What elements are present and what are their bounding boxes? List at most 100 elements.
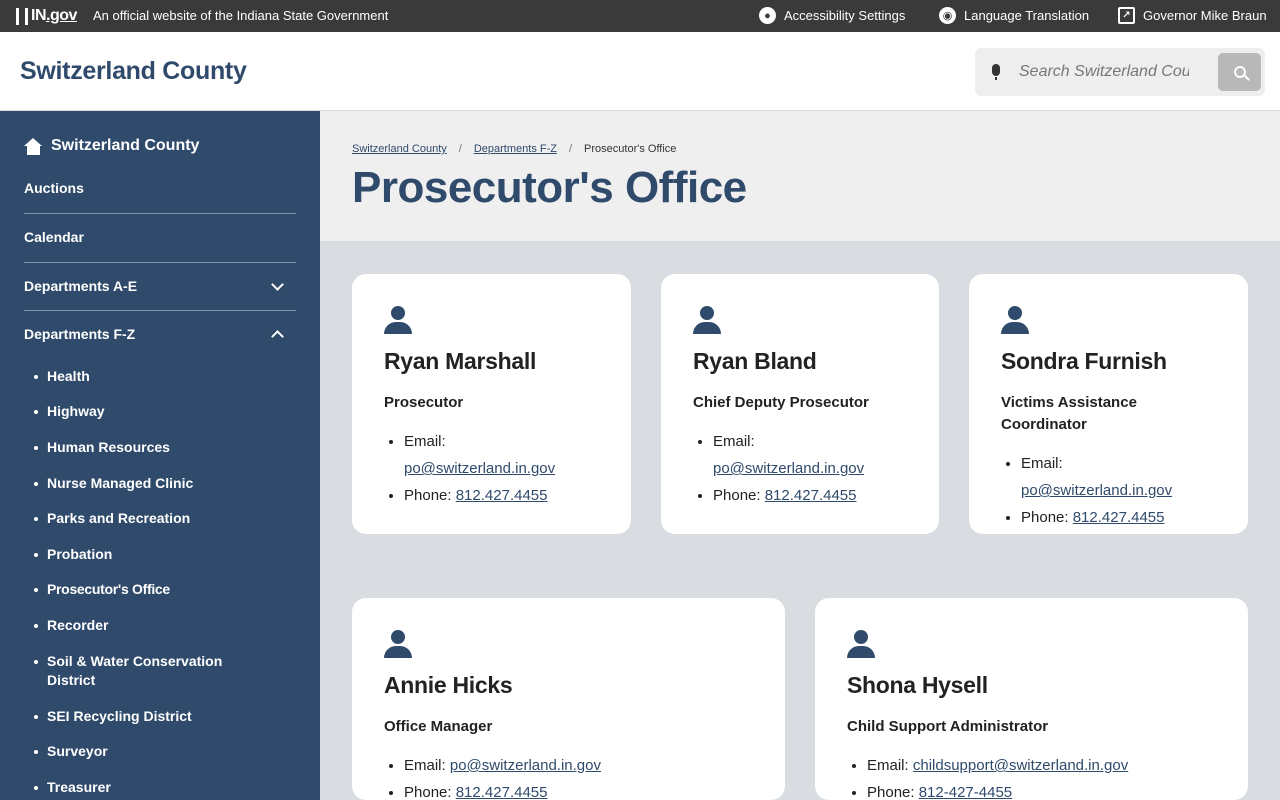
phone-item: Phone: 812.427.4455: [404, 779, 753, 800]
phone-item: Phone: 812.427.4455: [1021, 504, 1216, 531]
sidebar-item-departments-f-z[interactable]: Departments F-Z: [24, 326, 296, 346]
email-label: Email:: [713, 433, 755, 450]
search-input[interactable]: [1019, 60, 1189, 84]
staff-name: Sondra Furnish: [1001, 348, 1167, 374]
breadcrumb-link-departments[interactable]: Departments F-Z: [474, 143, 557, 155]
sidebar-item-calendar[interactable]: Calendar: [24, 229, 296, 263]
bullet-icon: [34, 446, 38, 450]
sidebar-item-label: Departments A-E: [24, 278, 138, 294]
sidebar-subitem-probation[interactable]: Probation: [34, 545, 234, 564]
phone-link[interactable]: 812.427.4455: [456, 487, 548, 504]
sidebar-item-label: Calendar: [24, 229, 84, 245]
sidebar-subitem-sei-recycling[interactable]: SEI Recycling District: [34, 707, 234, 726]
bullet-icon: [34, 750, 38, 754]
sidebar-subitem-soil-water-conservation[interactable]: Soil & Water Conservation District: [34, 652, 224, 690]
sidebar-item-label: Auctions: [24, 180, 84, 196]
email-item: Email: po@switzerland.in.gov: [1021, 450, 1216, 504]
sidebar-subitem-label: Surveyor: [47, 743, 108, 759]
contact-list: Email: po@switzerland.in.gov Phone: 812.…: [384, 428, 599, 509]
email-link[interactable]: childsupport@switzerland.in.gov: [913, 757, 1128, 774]
breadcrumb: Switzerland County / Departments F-Z / P…: [352, 143, 676, 155]
sidebar-subitem-label: Health: [47, 368, 90, 384]
bullet-icon: [34, 482, 38, 486]
email-item: Email: po@switzerland.in.gov: [713, 428, 907, 482]
email-item: Email: childsupport@switzerland.in.gov: [867, 752, 1216, 779]
sidebar-subitem-highway[interactable]: Highway: [34, 402, 234, 421]
phone-link[interactable]: 812.427.4455: [456, 784, 548, 800]
page-title-band: Switzerland County / Departments F-Z / P…: [320, 111, 1280, 241]
email-label: Email:: [867, 757, 909, 774]
accessibility-icon: ●: [759, 7, 776, 24]
staff-card: Ryan Marshall Prosecutor Email: po@switz…: [352, 274, 631, 534]
email-link[interactable]: po@switzerland.in.gov: [1021, 482, 1172, 499]
bullet-icon: [34, 715, 38, 719]
phone-label: Phone:: [867, 784, 915, 800]
sidebar-subitem-label: Prosecutor's Office: [47, 581, 170, 597]
sidebar-subitem-label: Highway: [47, 403, 105, 419]
email-link[interactable]: po@switzerland.in.gov: [404, 460, 555, 477]
sidebar-subitem-label: Treasurer: [47, 779, 111, 795]
phone-link[interactable]: 812-427-4455: [919, 784, 1012, 800]
sidebar-subitem-health[interactable]: Health: [34, 367, 234, 386]
email-link[interactable]: po@switzerland.in.gov: [713, 460, 864, 477]
phone-link[interactable]: 812.427.4455: [765, 487, 857, 504]
contact-list: Email: po@switzerland.in.gov Phone: 812.…: [693, 428, 907, 509]
microphone-icon[interactable]: [992, 64, 1000, 80]
sidebar-home-link[interactable]: Switzerland County: [24, 137, 199, 155]
sidebar-item-departments-a-e[interactable]: Departments A-E: [24, 278, 296, 311]
sidebar-item-auctions[interactable]: Auctions: [24, 180, 296, 214]
governor-link[interactable]: ↗ Governor Mike Braun: [1118, 7, 1267, 24]
phone-item: Phone: 812.427.4455: [404, 482, 599, 509]
sidebar-subitem-label: Nurse Managed Clinic: [47, 475, 194, 491]
home-icon: [24, 137, 43, 155]
sidebar-subitem-label: Recorder: [47, 617, 109, 633]
search-button[interactable]: [1218, 53, 1261, 91]
chevron-up-icon[interactable]: [271, 330, 284, 343]
site-header: Switzerland County: [0, 32, 1280, 111]
phone-item: Phone: 812-427-4455: [867, 779, 1216, 800]
phone-label: Phone:: [713, 487, 761, 504]
phone-label: Phone:: [1021, 509, 1069, 526]
sidebar-nav: Switzerland County Auctions Calendar Dep…: [0, 111, 320, 800]
phone-label: Phone:: [404, 487, 452, 504]
phone-link[interactable]: 812.427.4455: [1073, 509, 1165, 526]
language-translation-link[interactable]: ◉ Language Translation: [939, 7, 1089, 24]
accessibility-label: Accessibility Settings: [784, 8, 906, 23]
phone-item: Phone: 812.427.4455: [713, 482, 907, 509]
sidebar-subitem-recorder[interactable]: Recorder: [34, 616, 234, 635]
staff-role: Child Support Administrator: [847, 718, 1049, 735]
sidebar-subitem-label: Soil & Water Conservation District: [47, 653, 223, 688]
email-item: Email: po@switzerland.in.gov: [404, 752, 753, 779]
breadcrumb-separator: /: [568, 143, 573, 155]
staff-card: Sondra Furnish Victims Assistance Coordi…: [969, 274, 1248, 534]
indiana-logo-icon: [16, 7, 28, 25]
staff-role: Chief Deputy Prosecutor: [693, 394, 869, 411]
language-label: Language Translation: [964, 8, 1090, 23]
email-link[interactable]: po@switzerland.in.gov: [450, 757, 601, 774]
accessibility-settings-link[interactable]: ● Accessibility Settings: [759, 7, 905, 24]
contact-list: Email: childsupport@switzerland.in.gov P…: [847, 752, 1216, 800]
sidebar-subitem-prosecutors-office[interactable]: Prosecutor's Office: [34, 580, 234, 599]
staff-role: Prosecutor: [384, 394, 464, 411]
staff-role: Office Manager: [384, 718, 493, 735]
sidebar-subitem-human-resources[interactable]: Human Resources: [34, 438, 234, 457]
sidebar-subitem-treasurer[interactable]: Treasurer: [34, 778, 234, 797]
sidebar-home-label: Switzerland County: [51, 137, 200, 154]
sidebar-subitem-parks-and-recreation[interactable]: Parks and Recreation: [34, 509, 234, 528]
search-box: [975, 48, 1265, 96]
breadcrumb-separator: /: [458, 143, 462, 155]
staff-name: Ryan Marshall: [384, 348, 537, 374]
phone-label: Phone:: [404, 784, 452, 800]
site-title[interactable]: Switzerland County: [20, 57, 247, 86]
breadcrumb-current: Prosecutor's Office: [584, 143, 677, 155]
sidebar-subitem-nurse-managed-clinic[interactable]: Nurse Managed Clinic: [34, 474, 234, 493]
in-gov-logo[interactable]: IN .gov: [16, 7, 77, 25]
contact-list: Email: po@switzerland.in.gov Phone: 812.…: [384, 752, 753, 800]
email-label: Email:: [404, 433, 446, 450]
bullet-icon: [34, 786, 38, 790]
staff-name: Shona Hysell: [847, 672, 988, 698]
contact-list: Email: po@switzerland.in.gov Phone: 812.…: [1001, 450, 1216, 531]
sidebar-subitem-surveyor[interactable]: Surveyor: [34, 742, 234, 761]
chevron-down-icon[interactable]: [271, 278, 284, 291]
breadcrumb-link-home[interactable]: Switzerland County: [352, 143, 447, 155]
